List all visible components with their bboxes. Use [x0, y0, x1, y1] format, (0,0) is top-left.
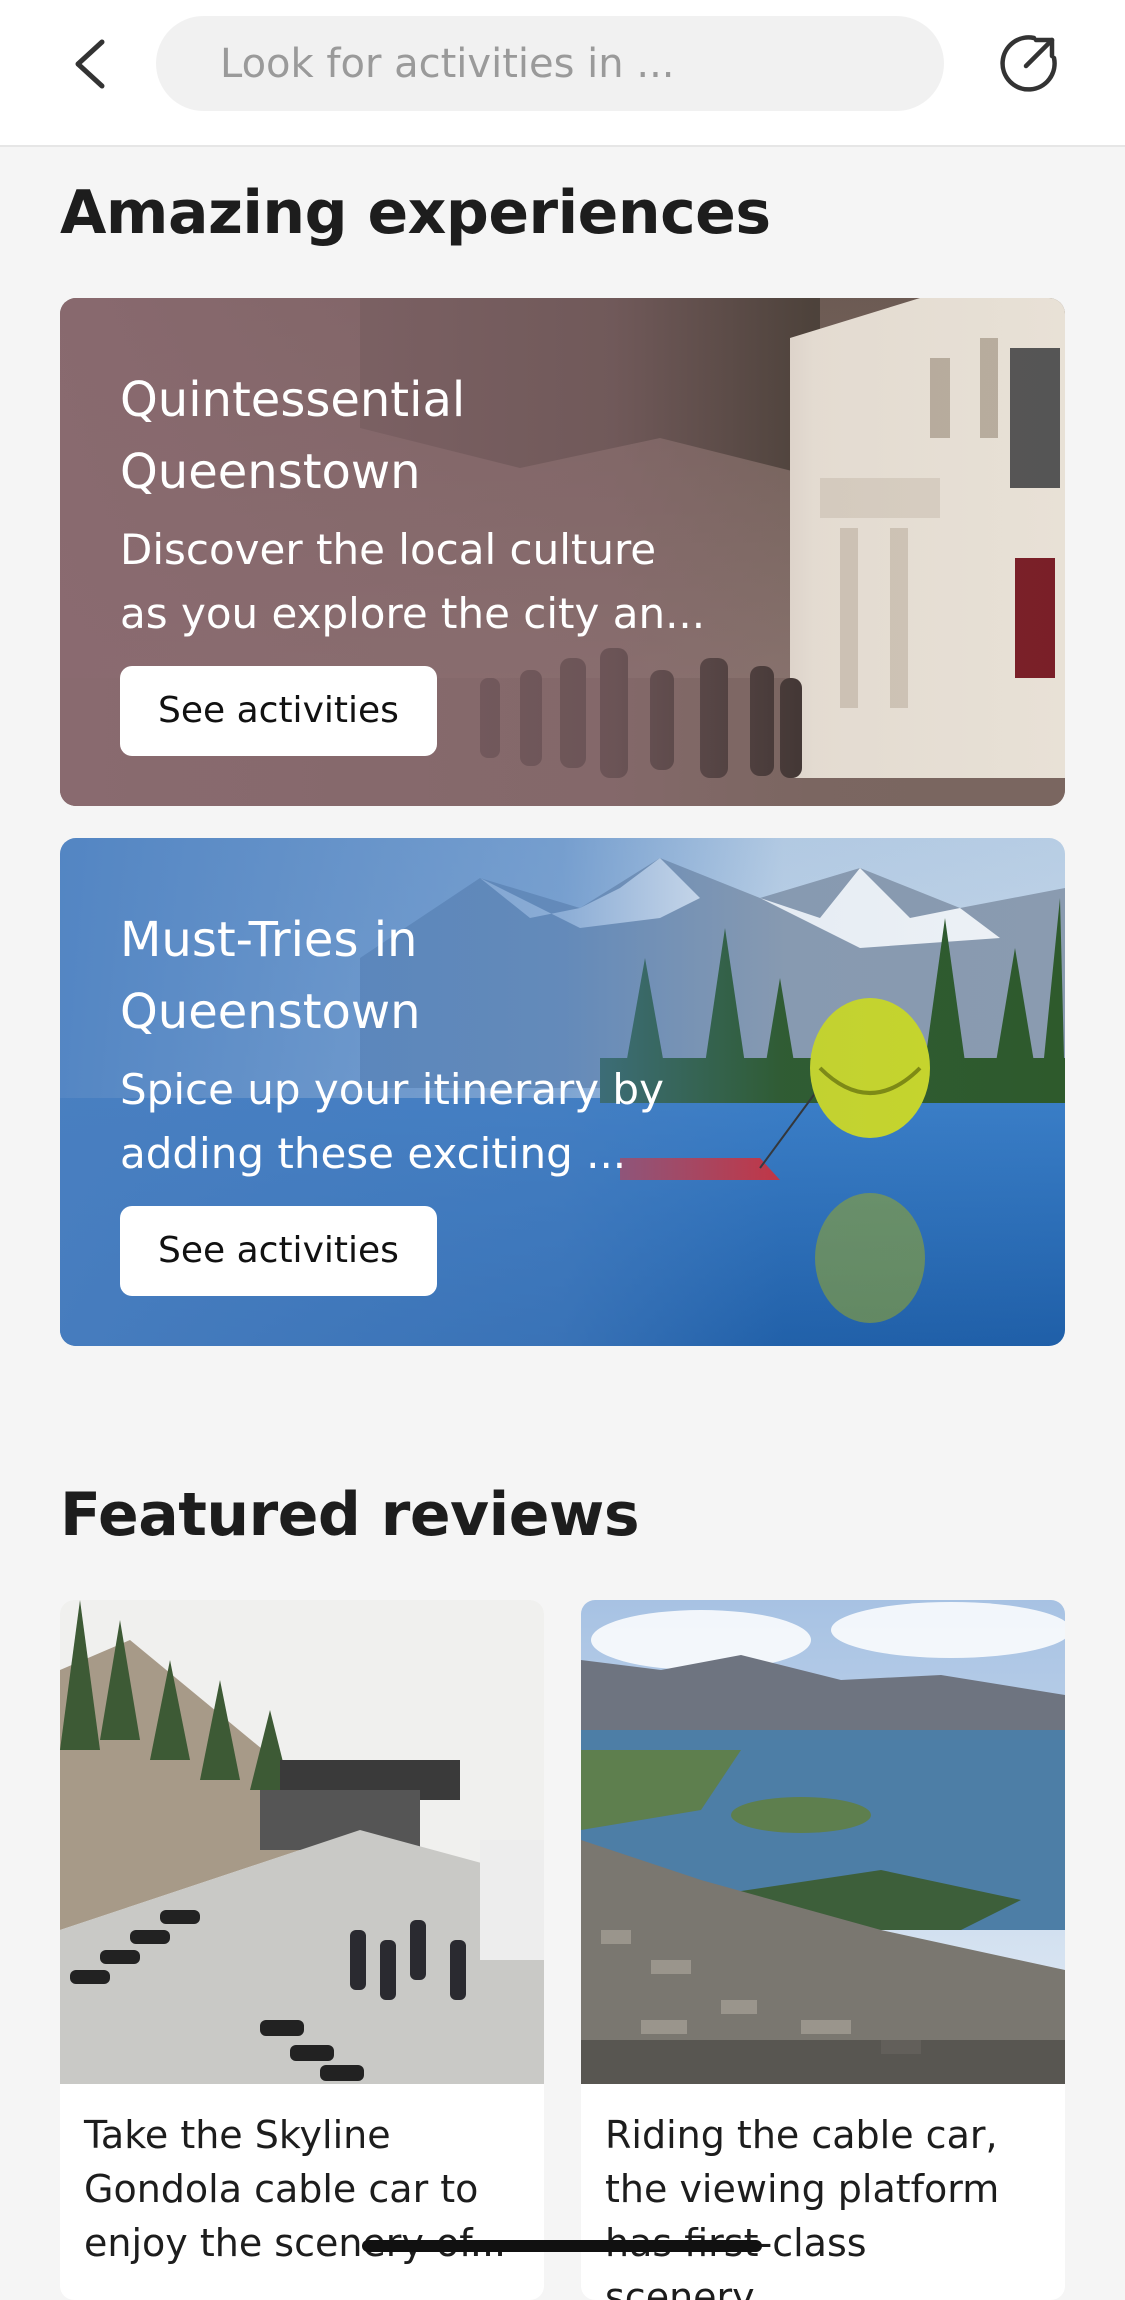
experience-card-content: Quintessential Queenstown Discover the l…	[120, 364, 740, 756]
see-activities-button[interactable]: See activities	[120, 666, 437, 756]
section-title-experiences: Amazing experiences	[60, 178, 771, 248]
review-image	[581, 1600, 1065, 2084]
review-image	[60, 1600, 544, 2084]
review-text-line: Gondola cable car to	[84, 2167, 479, 2211]
review-text-line: the viewing platform	[605, 2167, 1000, 2211]
search-input[interactable]	[220, 40, 944, 87]
experience-card-content: Must-Tries in Queenstown Spice up your i…	[120, 904, 740, 1296]
search-bar[interactable]	[156, 16, 944, 111]
experience-title-line: Queenstown	[120, 444, 421, 500]
review-text-line: has first-class scenery...	[605, 2221, 867, 2300]
experience-card-quintessential[interactable]: Quintessential Queenstown Discover the l…	[60, 298, 1065, 806]
review-text: Riding the cable car, the viewing platfo…	[605, 2108, 1045, 2300]
home-indicator[interactable]	[362, 2240, 762, 2252]
section-title-reviews: Featured reviews	[60, 1480, 640, 1550]
top-bar	[0, 0, 1125, 147]
back-button[interactable]	[66, 34, 116, 94]
experience-description-line: Discover the local culture	[120, 525, 657, 574]
share-button[interactable]	[998, 32, 1060, 94]
see-activities-button[interactable]: See activities	[120, 1206, 437, 1296]
review-text-line: Take the Skyline	[84, 2113, 391, 2157]
experience-title-line: Quintessential	[120, 372, 466, 428]
share-out-icon	[1000, 35, 1057, 92]
experience-card-must-tries[interactable]: Must-Tries in Queenstown Spice up your i…	[60, 838, 1065, 1346]
experience-title-line: Must-Tries in	[120, 912, 418, 968]
experience-description-line: adding these exciting ...	[120, 1129, 627, 1178]
experience-description: Discover the local culture as you explor…	[120, 518, 740, 646]
review-card[interactable]: Take the Skyline Gondola cable car to en…	[60, 1600, 544, 2300]
experience-title: Must-Tries in Queenstown	[120, 904, 740, 1048]
review-card[interactable]: Riding the cable car, the viewing platfo…	[581, 1600, 1065, 2300]
experience-description: Spice up your itinerary by adding these …	[120, 1058, 740, 1186]
experience-description-line: as you explore the city an...	[120, 589, 706, 638]
chevron-left-icon	[75, 39, 105, 89]
experience-title: Quintessential Queenstown	[120, 364, 740, 508]
experience-title-line: Queenstown	[120, 984, 421, 1040]
experience-description-line: Spice up your itinerary by	[120, 1065, 664, 1114]
review-text-line: Riding the cable car,	[605, 2113, 998, 2157]
